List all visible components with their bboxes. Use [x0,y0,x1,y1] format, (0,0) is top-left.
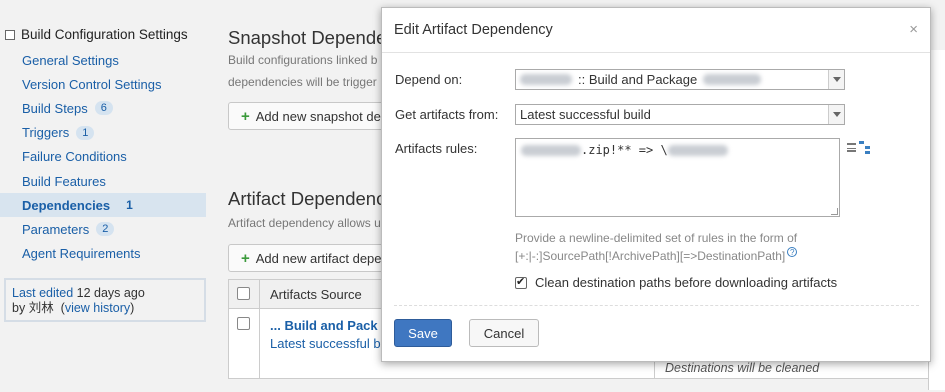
plus-icon: + [241,107,250,125]
depend-on-label: Depend on: [395,72,463,87]
last-edited-box: Last edited 12 days ago by 刘林 (view hist… [4,278,206,322]
row-source-name[interactable]: ... Build and Pack [270,318,378,333]
snapshot-description-line1: Build configurations linked b [228,53,378,67]
sidebar-item-failure-conditions[interactable]: Failure Conditions [0,145,210,169]
dialog-footer-divider [394,305,919,306]
sidebar-item-dependencies[interactable]: Dependencies 1 [0,193,206,218]
select-all-checkbox[interactable] [237,287,250,300]
redacted-text [703,74,762,85]
dialog-divider [382,52,930,53]
sidebar-item-general-settings[interactable]: General Settings [0,48,210,72]
count-badge: 1 [76,125,95,140]
add-snapshot-dependency-button[interactable]: + Add new snapshot de [228,102,388,130]
sidebar-list: General Settings Version Control Setting… [0,48,210,266]
view-history-link[interactable]: view history [65,301,130,315]
collapse-square-icon[interactable] [5,29,15,40]
rules-tools [847,141,871,154]
add-artifact-dependency-button[interactable]: + Add new artifact depe [228,244,388,272]
last-edited-link[interactable]: Last edited [12,286,73,300]
sidebar-header-label: Build Configuration Settings [21,27,188,42]
column-artifacts-source: Artifacts Source [259,280,389,309]
clean-destination-checkbox[interactable] [515,275,527,289]
redacted-text [520,74,572,85]
snapshot-dependencies-title: Snapshot Depende [228,27,387,48]
snapshot-description-line2: dependencies will be trigger [228,75,377,89]
count-badge: 6 [94,101,113,116]
sidebar-item-parameters[interactable]: Parameters 2 [0,217,210,241]
save-button[interactable]: Save [394,319,452,347]
hint-line2: [+:|-:]SourcePath[!ArchivePath][=>Destin… [515,249,786,263]
sidebar: Build Configuration Settings General Set… [0,0,210,392]
depend-on-select[interactable]: :: Build and Package [515,69,845,90]
dialog-title: Edit Artifact Dependency [394,22,553,38]
sidebar-item-build-steps[interactable]: Build Steps 6 [0,96,210,120]
last-edited-time: 12 days ago [76,286,145,300]
sidebar-item-agent-requirements[interactable]: Agent Requirements [0,242,210,266]
depend-on-value: :: Build and Package [578,72,698,87]
count-badge: 2 [96,222,115,237]
redacted-text [667,145,728,156]
plus-icon: + [241,249,250,267]
hint-line1: Provide a newline-delimited set of rules… [515,231,798,245]
artifacts-rules-value: .zip!** => \ [581,143,668,157]
row-checkbox[interactable] [237,317,250,330]
tree-icon[interactable] [859,141,871,154]
chevron-down-icon[interactable] [828,70,844,89]
chevron-down-icon[interactable] [828,105,844,124]
artifacts-rules-label: Artifacts rules: [395,141,478,156]
rules-hint: Provide a newline-delimited set of rules… [515,229,798,265]
sidebar-header: Build Configuration Settings [5,27,188,42]
sidebar-item-triggers[interactable]: Triggers 1 [0,121,210,145]
get-artifacts-select[interactable]: Latest successful build [515,104,845,125]
artifact-dependencies-title: Artifact Dependenc [228,188,386,209]
resize-handle-icon[interactable] [831,208,838,215]
sidebar-item-build-features[interactable]: Build Features [0,169,210,193]
help-icon[interactable]: ? [787,247,798,257]
clean-destination-row[interactable]: Clean destination paths before downloadi… [515,275,837,290]
get-artifacts-value: Latest successful build [520,107,651,122]
by-label: by [12,301,26,315]
cancel-button[interactable]: Cancel [469,319,539,347]
sidebar-item-version-control-settings[interactable]: Version Control Settings [0,72,210,96]
list-icon[interactable] [847,143,856,152]
edit-artifact-dependency-dialog: Edit Artifact Dependency × Depend on: ::… [381,7,931,362]
table-row[interactable]: ... Build and Pack Latest successful b [259,309,381,379]
artifacts-rules-textarea[interactable]: .zip!** => \ [515,138,840,217]
row-source-build: Latest successful b [270,336,381,351]
artifact-description: Artifact dependency allows u [228,216,381,230]
clean-destination-label: Clean destination paths before downloadi… [535,275,838,290]
close-icon[interactable]: × [909,21,918,38]
editor-user: 刘林 [28,301,54,315]
redacted-text [521,145,581,156]
get-artifacts-label: Get artifacts from: [395,107,499,122]
count-badge: 1 [126,198,133,213]
